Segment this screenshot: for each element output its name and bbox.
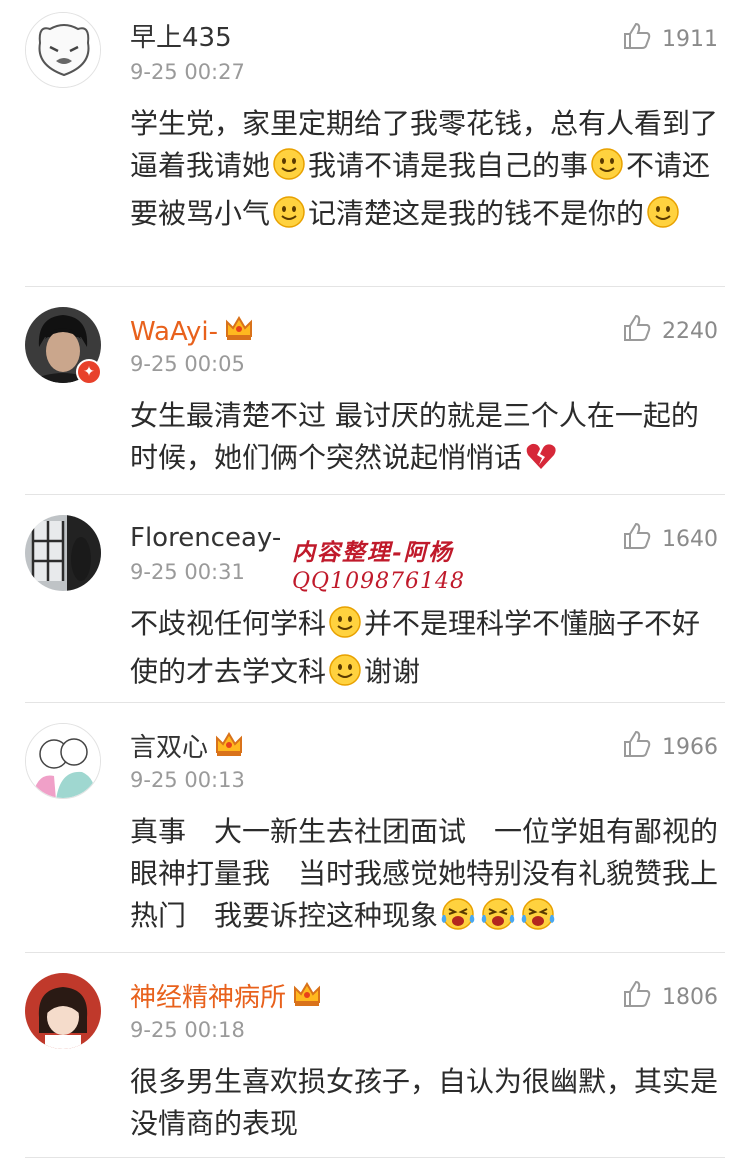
- thumbs-up-icon: [622, 521, 652, 557]
- comment-item: 早上435 9-25 00:27 1911 学生党，家里定期给了我零花钱，总有人…: [0, 0, 750, 287]
- broken-heart-emoji-icon: [524, 439, 558, 485]
- like-button[interactable]: 1911: [622, 21, 718, 57]
- username[interactable]: Florenceay-: [130, 522, 281, 554]
- vip-crown-icon: [292, 980, 322, 1016]
- comment-text: 学生党，家里定期给了我零花钱，总有人看到了逼着我请她 我请不请是我自己的事 不请还要…: [130, 103, 720, 241]
- thumbs-up-icon: [622, 21, 652, 57]
- comment-item: 言双心 9-25 00:13 1966 真事 大一新生去社团面试 一位学姐有鄙视…: [0, 703, 750, 953]
- like-button[interactable]: 1966: [622, 729, 718, 765]
- avatar[interactable]: [25, 723, 101, 799]
- comment-text: 真事 大一新生去社团面试 一位学姐有鄙视的眼神打量我 当时我感觉她特别没有礼貌赞…: [130, 811, 720, 943]
- verified-badge: ✦: [76, 359, 102, 385]
- smile-emoji-icon: [328, 653, 362, 699]
- comment-item: ✦ WaAyi- 9-25 00:05 2240 女生最清楚不过 最讨厌的就是三…: [0, 287, 750, 495]
- comment-text: 女生最清楚不过 最讨厌的就是三个人在一起的时候，她们俩个突然说起悄悄话: [130, 395, 720, 485]
- username[interactable]: WaAyi-: [130, 314, 254, 350]
- avatar[interactable]: [25, 12, 101, 88]
- smile-emoji-icon: [272, 195, 306, 241]
- timestamp: 9-25 00:13: [130, 768, 245, 792]
- timestamp: 9-25 00:27: [130, 60, 245, 84]
- vip-crown-icon: [224, 314, 254, 350]
- username[interactable]: 神经精神病所: [130, 980, 322, 1016]
- thumbs-up-icon: [622, 313, 652, 349]
- timestamp: 9-25 00:31: [130, 560, 245, 584]
- like-count: 1966: [662, 734, 718, 760]
- smile-emoji-icon: [328, 605, 362, 651]
- comment-feed: 早上435 9-25 00:27 1911 学生党，家里定期给了我零花钱，总有人…: [0, 0, 750, 1161]
- like-count: 1911: [662, 26, 718, 52]
- comment-item: Florenceay- 9-25 00:31 1640 不歧视任何学科 并不是理科…: [0, 495, 750, 703]
- timestamp: 9-25 00:05: [130, 352, 245, 376]
- like-count: 2240: [662, 318, 718, 344]
- timestamp: 9-25 00:18: [130, 1018, 245, 1042]
- username[interactable]: 言双心: [130, 730, 244, 766]
- smile-emoji-icon: [272, 147, 306, 193]
- smile-emoji-icon: [646, 195, 680, 241]
- like-count: 1640: [662, 526, 718, 552]
- like-count: 1806: [662, 984, 718, 1010]
- crying-emoji-icon: [440, 897, 476, 943]
- avatar[interactable]: [25, 515, 101, 591]
- crying-emoji-icon: [480, 897, 516, 943]
- thumbs-up-icon: [622, 979, 652, 1015]
- like-button[interactable]: 1806: [622, 979, 718, 1015]
- comment-text: 不歧视任何学科 并不是理科学不懂脑子不好使的才去学文科 谢谢: [130, 603, 720, 699]
- comment-item: 神经精神病所 9-25 00:18 1806 很多男生喜欢损女孩子，自认为很幽默…: [0, 953, 750, 1161]
- comment-text: 很多男生喜欢损女孩子，自认为很幽默，其实是没情商的表现: [130, 1065, 719, 1140]
- smile-emoji-icon: [590, 147, 624, 193]
- like-button[interactable]: 2240: [622, 313, 718, 349]
- username[interactable]: 早上435: [130, 22, 232, 54]
- like-button[interactable]: 1640: [622, 521, 718, 557]
- crying-emoji-icon: [520, 897, 556, 943]
- divider: [25, 1157, 725, 1158]
- vip-crown-icon: [214, 730, 244, 766]
- thumbs-up-icon: [622, 729, 652, 765]
- avatar[interactable]: [25, 973, 101, 1049]
